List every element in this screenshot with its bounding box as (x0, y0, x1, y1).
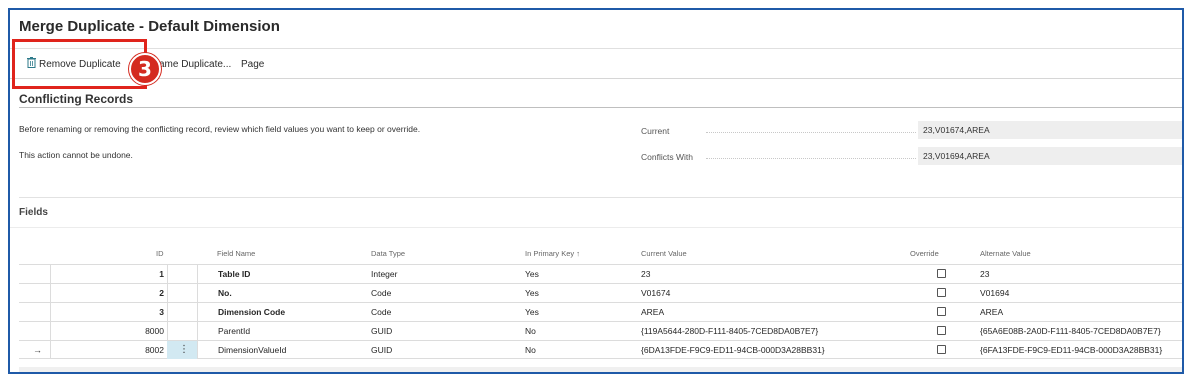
row-divider (50, 322, 51, 340)
column-header-alternate-value[interactable]: Alternate Value (980, 245, 1031, 263)
cell-field-name: ParentId (218, 326, 251, 336)
cell-data-type: Code (371, 307, 392, 317)
row-divider (167, 265, 168, 283)
row-divider (50, 303, 51, 321)
more-options-icon: ⋮ (179, 344, 189, 355)
current-label: Current (641, 126, 670, 136)
cell-id: 8000 (145, 326, 164, 336)
cell-alternate-value: 23 (980, 269, 990, 279)
cell-in-primary-key: No (525, 326, 536, 336)
cell-id: 1 (159, 269, 164, 279)
cell-id: 2 (159, 288, 164, 298)
conflicts-with-leader-dots (706, 158, 916, 159)
fields-title: Fields (19, 207, 48, 218)
conflicts-with-value: 23,V01694,AREA (918, 147, 1182, 165)
horizontal-scrollbar[interactable] (19, 367, 1182, 372)
row-divider (167, 284, 168, 302)
step-highlight-box (12, 39, 147, 89)
cell-data-type: GUID (371, 326, 393, 336)
cell-alternate-value: AREA (980, 307, 1004, 317)
cell-field-name: Dimension Code (218, 307, 286, 317)
cell-in-primary-key: Yes (525, 288, 539, 298)
current-leader-dots (706, 132, 916, 133)
current-row-arrow-icon: → (33, 345, 42, 355)
rename-duplicate-button[interactable]: ame Duplicate... (159, 59, 231, 70)
cell-alternate-value: {6FA13FDE-F9C9-ED11-94CB-000D3A28BB31} (980, 345, 1163, 355)
override-checkbox[interactable] (937, 307, 946, 316)
title-divider (10, 48, 1182, 49)
cell-current-value: {6DA13FDE-F9C9-ED11-94CB-000D3A28BB31} (641, 345, 825, 355)
review-instructions-text: Before renaming or removing the conflict… (19, 124, 421, 134)
cell-data-type: GUID (371, 345, 393, 355)
row-divider (167, 303, 168, 321)
cell-current-value: {119A5644-280D-F111-8405-7CED8DA0B7E7} (641, 326, 819, 336)
row-divider (197, 303, 198, 321)
row-divider (197, 265, 198, 283)
table-row[interactable]: 3 Dimension Code Code Yes AREA AREA (19, 302, 1182, 321)
row-divider (197, 341, 198, 359)
action-bar: Remove Duplicate ame Duplicate... Page (10, 52, 1182, 78)
page-title: Merge Duplicate - Default Dimension (19, 18, 280, 35)
table-row[interactable]: 8000 ParentId GUID No {119A5644-280D-F11… (19, 321, 1182, 340)
cell-current-value: V01674 (641, 288, 671, 298)
section-separator (19, 197, 1182, 198)
conflicting-records-divider (19, 107, 1182, 108)
conflicting-records-title: Conflicting Records (19, 92, 134, 106)
fields-divider (10, 227, 1182, 228)
page-menu-button[interactable]: Page (241, 59, 264, 70)
step-number-badge: 3 (129, 53, 161, 85)
row-divider (197, 322, 198, 340)
row-divider (197, 284, 198, 302)
table-row-selected[interactable]: → ⋮ 8002 DimensionValueId GUID No {6DA13… (19, 340, 1182, 359)
row-actions-button[interactable]: ⋮ (167, 341, 197, 359)
cell-data-type: Code (371, 288, 392, 298)
cell-field-name: Table ID (218, 269, 251, 279)
column-header-data-type[interactable]: Data Type (371, 245, 405, 263)
cell-field-name: DimensionValueId (218, 345, 287, 355)
column-header-current-value[interactable]: Current Value (641, 245, 687, 263)
override-checkbox[interactable] (937, 345, 946, 354)
cell-field-name: No. (218, 288, 232, 298)
table-row[interactable]: 2 No. Code Yes V01674 V01694 (19, 283, 1182, 302)
override-checkbox[interactable] (937, 288, 946, 297)
column-header-field-name[interactable]: Field Name (217, 245, 255, 263)
row-divider (50, 341, 51, 359)
cell-id: 8002 (145, 345, 164, 355)
row-divider (50, 265, 51, 283)
cell-id: 3 (159, 307, 164, 317)
cell-in-primary-key: Yes (525, 269, 539, 279)
cell-alternate-value: {65A6E08B-2A0D-F111-8405-7CED8DA0B7E7} (980, 326, 1161, 336)
actionbar-divider (10, 78, 1182, 79)
override-checkbox[interactable] (937, 326, 946, 335)
column-header-in-primary-key[interactable]: In Primary Key ↑ (525, 245, 580, 263)
cell-in-primary-key: No (525, 345, 536, 355)
merge-duplicate-dialog: Merge Duplicate - Default Dimension Remo… (8, 8, 1184, 374)
cell-alternate-value: V01694 (980, 288, 1010, 298)
current-value: 23,V01674,AREA (918, 121, 1182, 139)
column-header-id[interactable]: ID (156, 245, 164, 263)
override-checkbox[interactable] (937, 269, 946, 278)
cell-data-type: Integer (371, 269, 398, 279)
row-divider (50, 284, 51, 302)
table-row[interactable]: 1 Table ID Integer Yes 23 23 (19, 264, 1182, 283)
cell-current-value: AREA (641, 307, 665, 317)
undo-warning-text: This action cannot be undone. (19, 150, 133, 160)
cell-current-value: 23 (641, 269, 651, 279)
conflicts-with-label: Conflicts With (641, 152, 693, 162)
column-header-override[interactable]: Override (910, 245, 939, 263)
row-divider (167, 322, 168, 340)
cell-in-primary-key: Yes (525, 307, 539, 317)
